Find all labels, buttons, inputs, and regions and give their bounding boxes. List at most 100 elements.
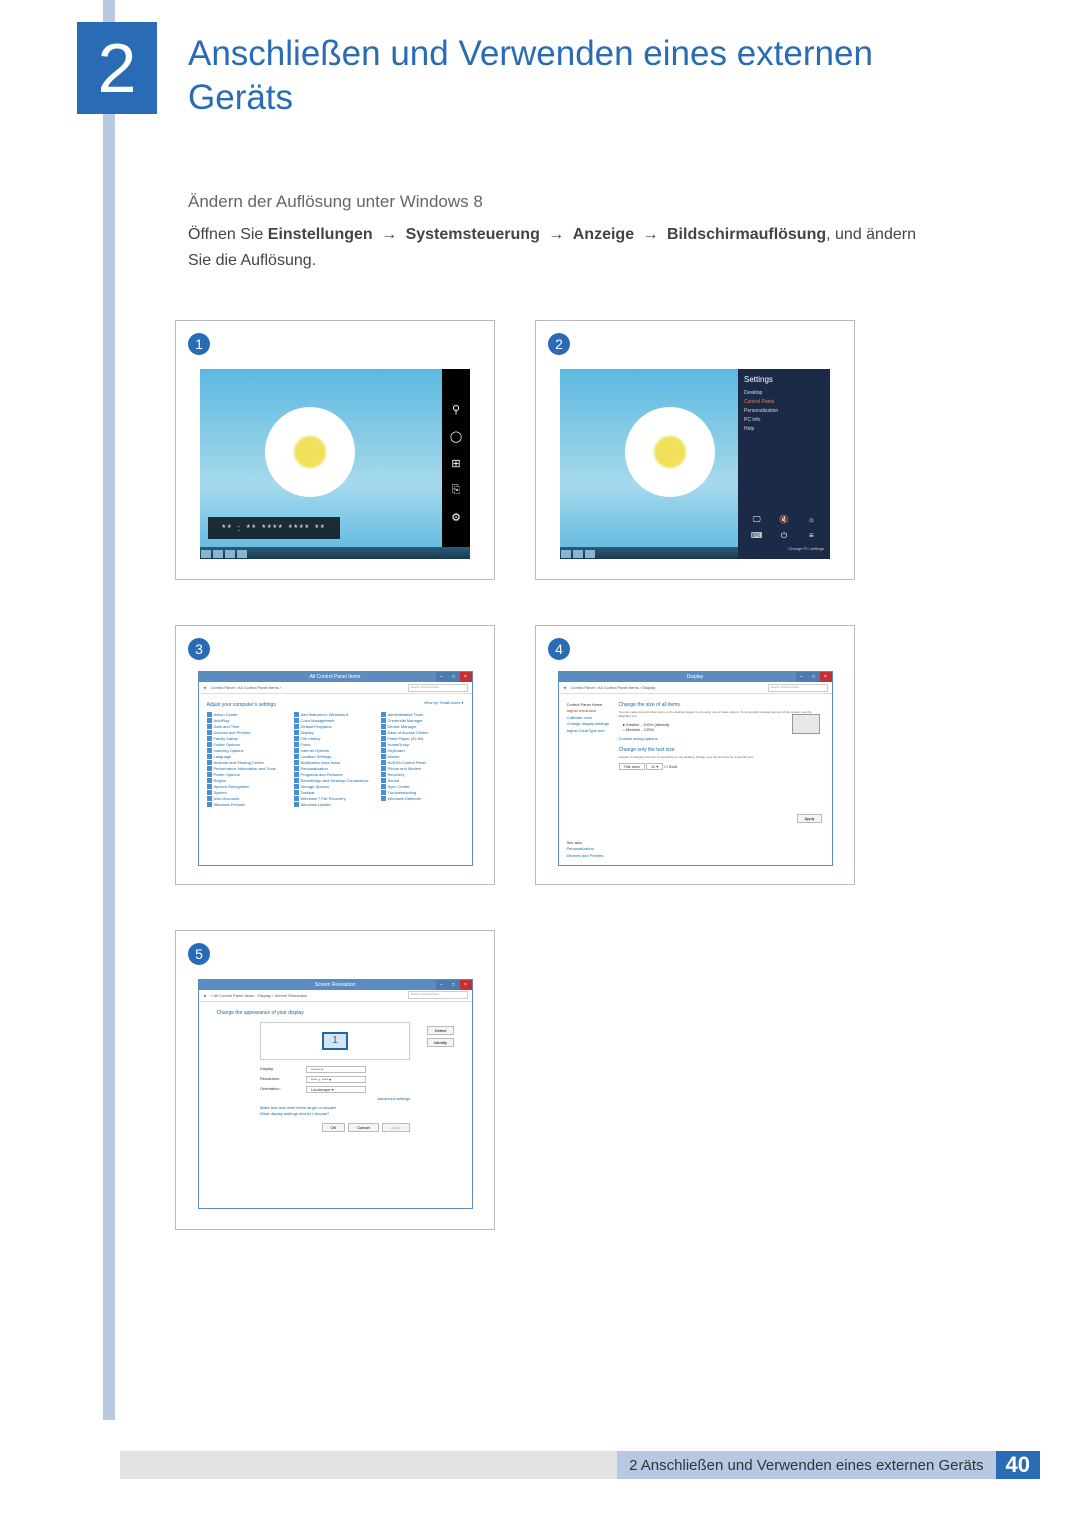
cp-item[interactable]: AutoPlay xyxy=(207,718,290,723)
detect-button[interactable]: Detect xyxy=(427,1026,454,1035)
settings-item[interactable]: Desktop xyxy=(744,390,824,396)
settings-item[interactable]: Help xyxy=(744,426,824,432)
cp-item[interactable]: Add features to Windows 8 xyxy=(294,712,377,717)
cp-item[interactable]: Region xyxy=(207,778,290,783)
cp-item[interactable]: Windows Firewall xyxy=(207,802,290,807)
maximize-button[interactable]: □ xyxy=(448,980,460,990)
maximize-button[interactable]: □ xyxy=(448,672,460,682)
close-button[interactable]: × xyxy=(460,980,472,990)
cp-item[interactable]: Taskbar xyxy=(294,790,377,795)
cp-item[interactable]: Speech Recognition xyxy=(207,784,290,789)
cp-item[interactable]: User Accounts xyxy=(207,796,290,801)
start-icon[interactable]: ⊞ xyxy=(451,457,460,470)
cp-item[interactable]: Phone and Modem xyxy=(381,766,464,771)
search-input[interactable]: Search Control Panel xyxy=(408,684,468,692)
apply-button[interactable]: Apply xyxy=(382,1123,410,1132)
cp-item[interactable]: Credential Manager xyxy=(381,718,464,723)
close-button[interactable]: × xyxy=(460,672,472,682)
cp-item[interactable]: Color Management xyxy=(294,718,377,723)
cp-item[interactable]: Windows 7 File Recovery xyxy=(294,796,377,801)
cp-item[interactable]: Recovery xyxy=(381,772,464,777)
cp-item[interactable]: Flash Player (32-bit) xyxy=(381,736,464,741)
minimize-button[interactable]: – xyxy=(436,672,448,682)
cancel-button[interactable]: Cancel xyxy=(348,1123,378,1132)
share-icon[interactable]: ◯ xyxy=(450,430,462,443)
cp-item[interactable]: NVIDIA Control Panel xyxy=(381,760,464,765)
keyboard-icon[interactable]: ≡ xyxy=(799,529,824,543)
search-input[interactable]: Search Control Panel xyxy=(408,991,468,999)
search-icon[interactable]: ⚲ xyxy=(452,403,460,416)
cp-item[interactable]: Devices and Printers xyxy=(207,730,290,735)
cp-item[interactable]: File History xyxy=(294,736,377,741)
cp-item[interactable]: Ease of Access Center xyxy=(381,730,464,735)
cp-item[interactable]: Power Options xyxy=(207,772,290,777)
cp-item[interactable]: Programs and Features xyxy=(294,772,377,777)
nav-back-icon[interactable]: ◄ xyxy=(563,685,567,690)
resolution-dropdown[interactable]: **** × **** ▾ xyxy=(306,1076,366,1083)
cp-item[interactable]: Windows Defender xyxy=(381,796,464,801)
cp-item[interactable]: Storage Spaces xyxy=(294,784,377,789)
minimize-button[interactable]: – xyxy=(436,980,448,990)
settings-icon[interactable]: ⚙ xyxy=(451,511,461,524)
breadcrumb[interactable]: « All Control Panel Items › Display › Sc… xyxy=(210,993,403,998)
cp-item[interactable]: Mouse xyxy=(381,754,464,759)
cp-item[interactable]: Personalization xyxy=(294,766,377,771)
sidebar-item[interactable]: Change display settings xyxy=(567,721,613,727)
text-size-dropdown[interactable]: 11 ▾ xyxy=(646,763,663,770)
cp-item[interactable]: Keyboard xyxy=(381,748,464,753)
cp-item[interactable]: Action Center xyxy=(207,712,290,717)
cp-item[interactable]: Folder Options xyxy=(207,742,290,747)
ok-button[interactable]: OK xyxy=(322,1123,346,1132)
cp-item[interactable]: Fonts xyxy=(294,742,377,747)
minimize-button[interactable]: – xyxy=(796,672,808,682)
cp-item[interactable]: Device Manager xyxy=(381,724,464,729)
cp-item[interactable]: Family Safety xyxy=(207,736,290,741)
cp-item[interactable]: HomeGroup xyxy=(381,742,464,747)
text-item-dropdown[interactable]: Title bars xyxy=(619,763,645,770)
cp-item[interactable]: Network and Sharing Center xyxy=(207,760,290,765)
change-pc-settings-link[interactable]: Change PC settings xyxy=(744,546,824,551)
brightness-icon[interactable]: ☼ xyxy=(799,513,824,527)
cp-item[interactable]: Default Programs xyxy=(294,724,377,729)
volume-icon[interactable]: 🔇 xyxy=(771,513,796,527)
orientation-dropdown[interactable]: Landscape ▾ xyxy=(306,1086,366,1093)
search-input[interactable]: Search Control Panel xyxy=(768,684,828,692)
cp-item[interactable]: Location Settings xyxy=(294,754,377,759)
breadcrumb[interactable]: Control Panel › All Control Panel Items … xyxy=(210,685,403,690)
breadcrumb[interactable]: Control Panel › All Control Panel Items … xyxy=(570,685,763,690)
cp-item[interactable]: Performance Information and Tools xyxy=(207,766,290,771)
devices-icon[interactable]: ⎘ xyxy=(452,484,461,497)
view-by-dropdown[interactable]: View by: Small icons ▾ xyxy=(424,700,464,705)
cp-item[interactable]: Notification Area Icons xyxy=(294,760,377,765)
nav-back-icon[interactable]: ◄ xyxy=(203,993,207,998)
cp-item[interactable]: Troubleshooting xyxy=(381,790,464,795)
notifications-icon[interactable]: ⌨ xyxy=(744,529,769,543)
network-icon[interactable]: 🖵 xyxy=(744,513,769,527)
monitor-1[interactable]: 1 xyxy=(322,1032,348,1050)
cp-item[interactable]: Sound xyxy=(381,778,464,783)
identify-button[interactable]: Identify xyxy=(427,1038,454,1047)
bold-checkbox[interactable]: ☐ Bold xyxy=(664,764,677,769)
cp-item[interactable]: Language xyxy=(207,754,290,759)
settings-item[interactable]: Personalization xyxy=(744,408,824,414)
power-icon[interactable]: ⏻ xyxy=(771,529,796,543)
custom-sizing-link[interactable]: Custom sizing options xyxy=(619,736,824,741)
maximize-button[interactable]: □ xyxy=(808,672,820,682)
seealso-link[interactable]: Devices and Printers xyxy=(567,853,613,859)
sidebar-item[interactable]: Adjust ClearType text xyxy=(567,728,613,734)
cp-item[interactable]: Display xyxy=(294,730,377,735)
cp-item[interactable]: System xyxy=(207,790,290,795)
close-button[interactable]: × xyxy=(820,672,832,682)
cp-item[interactable]: Indexing Options xyxy=(207,748,290,753)
advanced-settings-link[interactable]: Advanced settings xyxy=(260,1096,410,1101)
nav-back-icon[interactable]: ◄ xyxy=(203,685,207,690)
cp-item[interactable]: Windows Update xyxy=(294,802,377,807)
display-dropdown[interactable]: ******** xyxy=(306,1066,366,1073)
cp-item[interactable]: Sync Center xyxy=(381,784,464,789)
cp-item[interactable]: Internet Options xyxy=(294,748,377,753)
what-settings-link[interactable]: What display settings should I choose? xyxy=(260,1111,410,1117)
cp-item[interactable]: Date and Time xyxy=(207,724,290,729)
settings-item-control-panel[interactable]: Control Panel xyxy=(744,399,824,405)
cp-item[interactable]: Administrative Tools xyxy=(381,712,464,717)
settings-item[interactable]: PC info xyxy=(744,417,824,423)
